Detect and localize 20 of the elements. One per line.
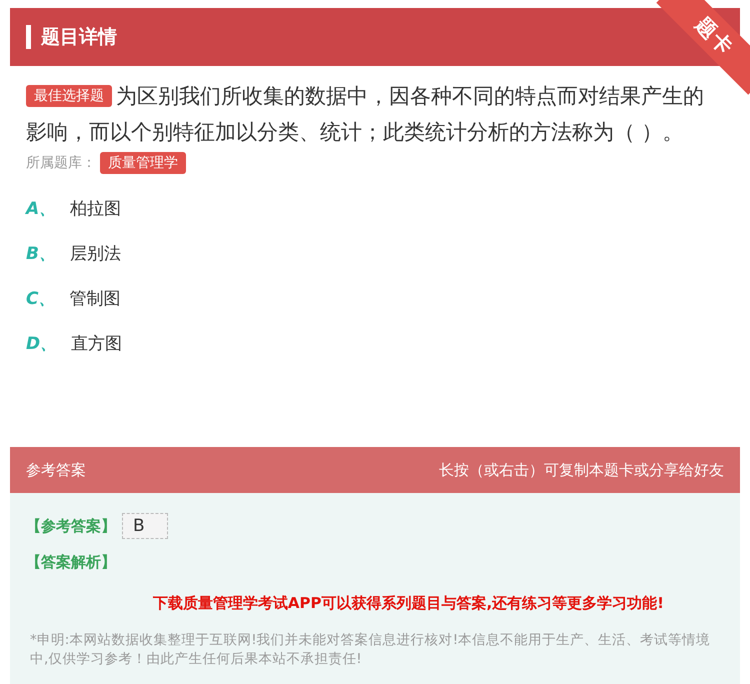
disclaimer-text: *申明:本网站数据收集整理于互联网!我们并未能对答案信息进行核对!本信息不能用于生产、生活、考试等情境中,仅供学习参考！由此产生任何后果本站不承担责任! [29, 631, 712, 669]
bank-tag[interactable]: 质量管理学 [100, 152, 186, 174]
option-letter: B、 [26, 243, 56, 266]
page-title: 题目详情 [41, 25, 117, 50]
option-text: 柏拉图 [70, 198, 122, 221]
bank-label: 所属题库： [26, 154, 96, 172]
answer-label: 【参考答案】 [26, 516, 116, 536]
option-letter: C、 [26, 288, 56, 311]
title-marker [26, 25, 31, 49]
option-text: 层别法 [70, 243, 121, 266]
share-hint: 长按（或右击）可复制本题卡或分享给好友 [439, 460, 724, 480]
option-letter: A、 [26, 198, 56, 221]
panel-title: 参考答案 [26, 460, 86, 480]
option-text: 管制图 [69, 288, 120, 311]
answer-value: B [122, 513, 168, 539]
promo-text: 下载质量管理学考试APP可以获得系列题目与答案,还有练习等更多学习功能! [152, 593, 665, 613]
option-letter: D、 [26, 333, 58, 356]
analysis-label: 【答案解析】 [26, 553, 116, 572]
option-text: 直方图 [71, 333, 122, 356]
question-type-badge: 最佳选择题 [26, 85, 112, 107]
